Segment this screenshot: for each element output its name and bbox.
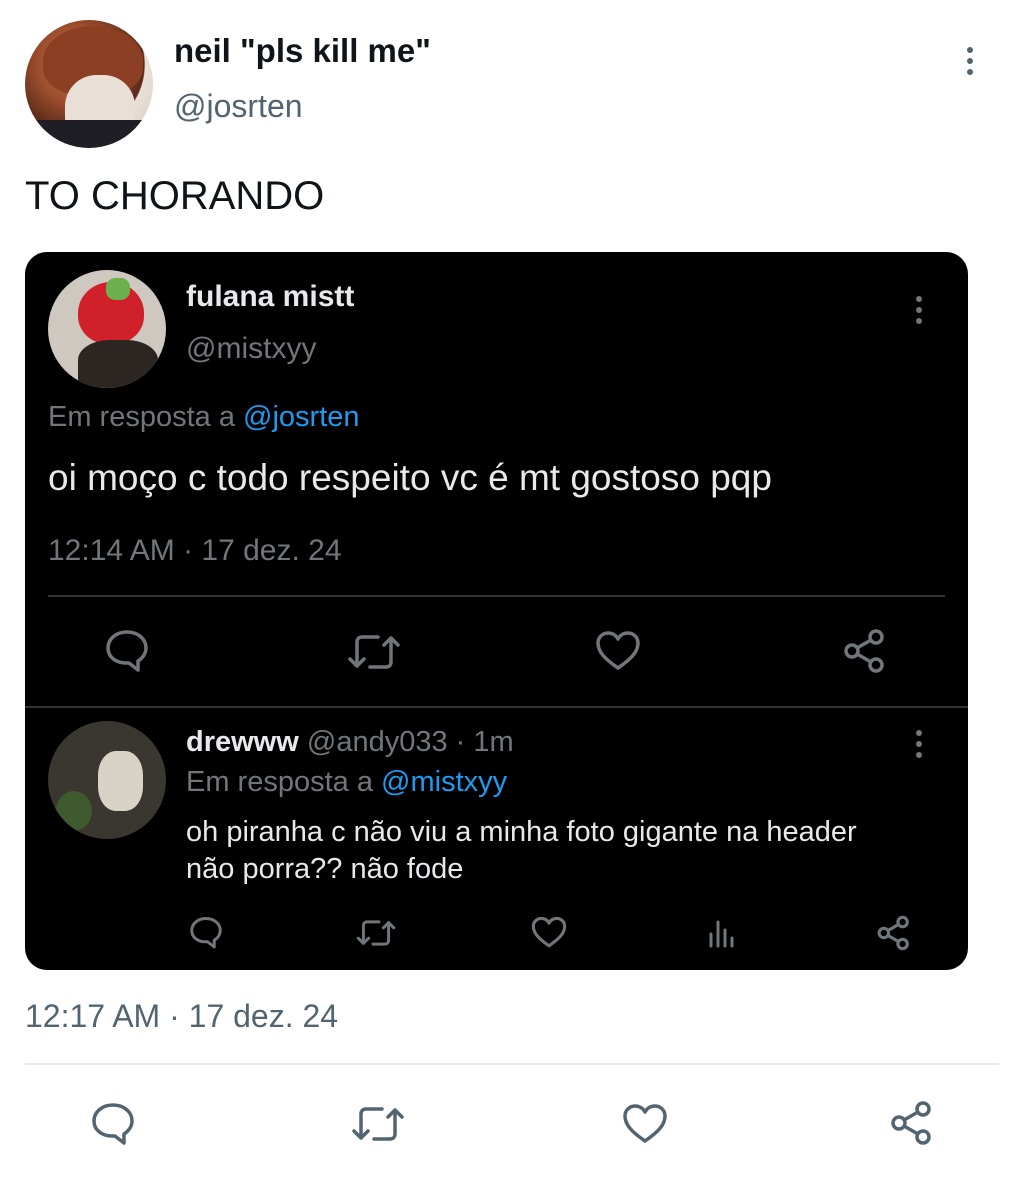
reply-prefix: Em resposta a	[48, 401, 235, 433]
quoted-author-avatar[interactable]	[48, 270, 166, 388]
reply-share-icon[interactable]	[876, 915, 912, 951]
avatar-plant	[56, 791, 92, 831]
quoted-retweet-icon[interactable]	[347, 632, 401, 672]
retweet-icon[interactable]	[351, 1104, 405, 1144]
reply-author-name[interactable]: drewww	[186, 726, 299, 758]
reply-more-options-icon[interactable]	[916, 730, 922, 758]
quoted-timestamp[interactable]: 12:14 AM · 17 dez. 24	[48, 534, 342, 568]
quoted-author-handle[interactable]: @mistxyy	[186, 332, 316, 366]
quoted-divider	[48, 595, 945, 597]
reply-reply-context: Em resposta a @mistxyy	[186, 766, 507, 799]
reply-tweet-text: oh piranha c não viu a minha foto gigant…	[186, 814, 857, 888]
avatar-figure	[98, 751, 143, 811]
quoted-tweet-text: oi moço c todo respeito vc é mt gostoso …	[48, 457, 772, 498]
quoted-reply-context: Em resposta a @josrten	[48, 401, 360, 434]
reply-text-line-1: oh piranha c não viu a minha foto gigant…	[186, 816, 857, 848]
reply-text-line-2: não porra?? não fode	[186, 853, 464, 885]
author-avatar[interactable]	[25, 20, 153, 148]
more-options-icon[interactable]	[967, 47, 973, 75]
reply-retweet-icon[interactable]	[356, 918, 396, 948]
tweet-timestamp[interactable]: 12:17 AM · 17 dez. 24	[25, 998, 338, 1035]
quoted-screenshot[interactable]: fulana mistt @mistxyy Em resposta a @jos…	[25, 252, 968, 970]
reply-reply-icon[interactable]	[188, 915, 224, 949]
reply-thread-divider	[25, 706, 968, 708]
reply-author-avatar[interactable]	[48, 721, 166, 839]
author-display-name[interactable]: neil "pls kill me"	[174, 32, 431, 70]
reply-to-link[interactable]: @josrten	[243, 401, 359, 433]
heart-icon[interactable]	[622, 1103, 668, 1145]
quoted-author-name[interactable]: fulana mistt	[186, 280, 354, 314]
reply-author-handle-time[interactable]: @andy033 · 1m	[307, 726, 514, 758]
hat-leaf	[106, 278, 130, 300]
tweet-text: TO CHORANDO	[25, 174, 325, 218]
reply-heart-icon[interactable]	[531, 916, 567, 949]
quoted-more-options-icon[interactable]	[916, 296, 922, 324]
reply-to-link[interactable]: @mistxyy	[381, 766, 507, 798]
reply-icon[interactable]	[89, 1101, 137, 1145]
reply-views-icon[interactable]	[707, 918, 737, 948]
reply-prefix: Em resposta a	[186, 766, 373, 798]
quoted-heart-icon[interactable]	[595, 630, 641, 672]
tweet-divider	[25, 1063, 999, 1065]
author-handle[interactable]: @josrten	[174, 88, 303, 125]
quoted-share-icon[interactable]	[842, 628, 888, 674]
avatar-shirt	[25, 120, 153, 148]
reply-author-line: drewww @andy033 · 1m	[186, 726, 514, 759]
quoted-reply-icon[interactable]	[103, 628, 151, 672]
avatar-hair	[78, 340, 158, 388]
share-icon[interactable]	[889, 1100, 935, 1146]
